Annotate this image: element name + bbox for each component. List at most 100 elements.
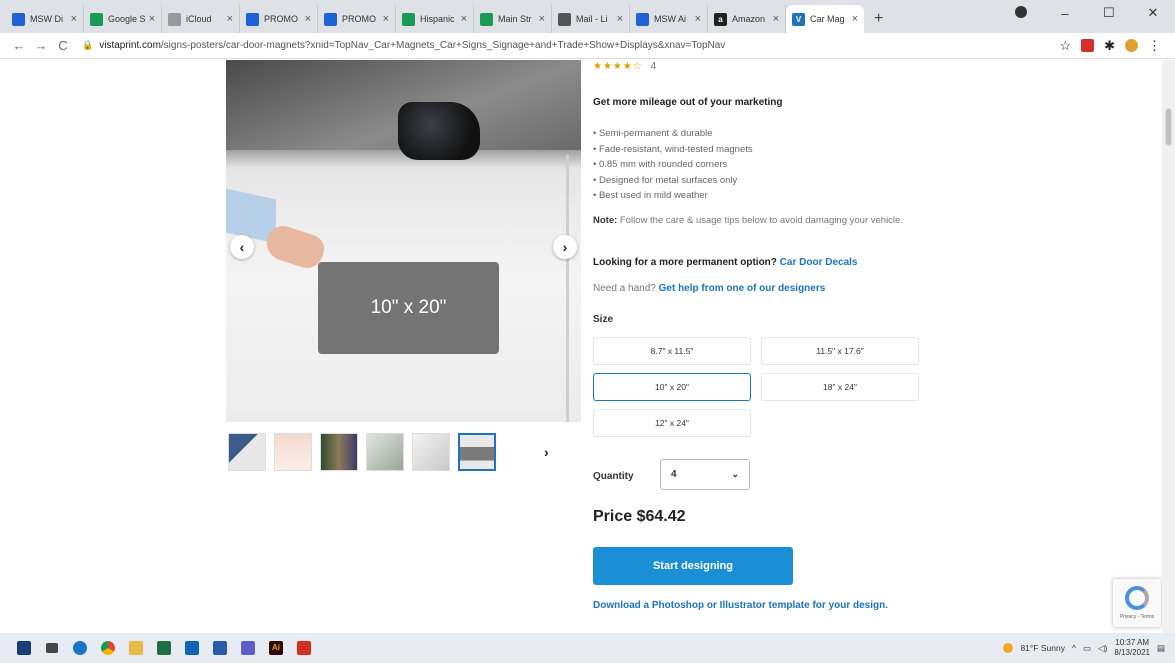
download-template-link[interactable]: Download a Photoshop or Illustrator temp… xyxy=(593,600,888,611)
close-tab-icon[interactable]: × xyxy=(305,13,311,25)
browser-tab[interactable]: a Amazon × xyxy=(708,5,786,33)
reload-button[interactable]: C xyxy=(52,38,74,53)
close-tab-icon[interactable]: × xyxy=(539,13,545,25)
feature-item: • Fade-resistant, wind-tested magnets xyxy=(593,143,753,155)
close-tab-icon[interactable]: × xyxy=(71,13,77,25)
browser-tab[interactable]: V Car Mag × xyxy=(786,5,864,33)
weather-text[interactable]: 81°F Sunny xyxy=(1020,643,1065,653)
illustrator-icon[interactable]: Ai xyxy=(262,633,290,663)
feature-item: • Semi-permanent & durable xyxy=(593,128,713,139)
thumbnail-4[interactable] xyxy=(366,433,404,471)
extension-red-icon[interactable] xyxy=(1081,39,1095,52)
close-tab-icon[interactable]: × xyxy=(695,13,701,25)
chevron-right-icon: › xyxy=(562,239,568,255)
thumbnail-strip: › xyxy=(228,430,573,474)
network-icon[interactable]: ▭ xyxy=(1083,643,1091,654)
help-text: Need a hand? xyxy=(593,283,659,294)
acrobat-icon[interactable] xyxy=(290,633,318,663)
tab-title: PROMO xyxy=(342,14,377,24)
size-option-10x20-selected[interactable]: 10" x 20" xyxy=(593,373,751,401)
close-tab-icon[interactable]: × xyxy=(383,13,389,25)
page-content: 10" x 20" ‹ › › ★★★★☆ 4 Get more mileage… xyxy=(0,60,1175,633)
tab-favicon-icon xyxy=(402,12,415,26)
close-tab-icon[interactable]: × xyxy=(227,13,233,25)
excel-icon[interactable] xyxy=(150,633,178,663)
feature-list: • Semi-permanent & durable • Fade-resist… xyxy=(593,126,753,204)
tab-favicon-icon xyxy=(636,12,649,26)
feature-item: • 0.85 mm with rounded corners xyxy=(593,159,728,170)
browser-tab[interactable]: MSW Ai × xyxy=(630,5,708,33)
forward-button[interactable]: → xyxy=(30,38,52,53)
permanent-text: Looking for a more permanent option? xyxy=(593,257,780,268)
browser-tab[interactable]: Mail - Li × xyxy=(552,5,630,33)
avatar[interactable] xyxy=(1125,39,1138,52)
quantity-select[interactable]: 4 ⌄ xyxy=(660,459,750,490)
thumbnail-1[interactable] xyxy=(228,433,266,471)
tray-chevron-icon[interactable]: ^ xyxy=(1072,643,1076,653)
size-option-11-5x17-6[interactable]: 11.5" x 17.6" xyxy=(761,337,919,365)
designer-help-link[interactable]: Get help from one of our designers xyxy=(659,283,826,294)
scrollbar-thumb[interactable] xyxy=(1165,108,1172,146)
browser-tab[interactable]: PROMO × xyxy=(318,5,396,33)
windows-start-icon[interactable] xyxy=(10,633,38,663)
address-bar: ← → C 🔒 vistaprint.com /signs-posters/ca… xyxy=(0,33,1175,59)
notifications-icon[interactable]: ▤ xyxy=(1157,643,1165,654)
teams-icon[interactable] xyxy=(234,633,262,663)
minimize-button[interactable]: – xyxy=(1043,6,1087,21)
close-tab-icon[interactable]: × xyxy=(461,13,467,25)
clock[interactable]: 10:37 AM 8/13/2021 xyxy=(1114,638,1150,658)
browser-tab[interactable]: Hispanic × xyxy=(396,5,474,33)
task-view-icon[interactable] xyxy=(38,633,66,663)
file-explorer-icon[interactable] xyxy=(122,633,150,663)
tab-title: iCloud xyxy=(186,14,212,24)
bookmark-star-icon[interactable]: ☆ xyxy=(1059,38,1071,54)
volume-icon[interactable]: ◁) xyxy=(1098,643,1107,654)
size-option-12x24[interactable]: 12" x 24" xyxy=(593,409,751,437)
close-tab-icon[interactable]: × xyxy=(773,13,779,25)
maximize-button[interactable]: ☐ xyxy=(1087,5,1131,21)
thumbnails-next-icon[interactable]: › xyxy=(544,444,549,460)
tab-title: MSW Di xyxy=(30,14,63,24)
back-button[interactable]: ← xyxy=(8,38,30,53)
edge-icon[interactable] xyxy=(66,633,94,663)
browser-tab[interactable]: MSW Di × xyxy=(6,5,84,33)
browser-tab[interactable]: iCloud × xyxy=(162,5,240,33)
gallery-prev-button[interactable]: ‹ xyxy=(230,235,254,259)
recaptcha-badge[interactable]: Privacy - Terms xyxy=(1113,579,1161,627)
close-tab-icon[interactable]: × xyxy=(852,13,858,25)
chrome-icon[interactable] xyxy=(94,633,122,663)
outlook-icon[interactable] xyxy=(178,633,206,663)
size-option-18x24[interactable]: 18" x 24" xyxy=(761,373,919,401)
tab-favicon-icon xyxy=(90,12,103,26)
rating-count: 4 xyxy=(650,61,657,72)
car-door-decals-link[interactable]: Car Door Decals xyxy=(780,257,858,268)
extensions-puzzle-icon[interactable]: ✱ xyxy=(1104,38,1115,54)
rating[interactable]: ★★★★☆ 4 xyxy=(593,61,656,72)
thumbnail-5[interactable] xyxy=(412,433,450,471)
page-scrollbar[interactable] xyxy=(1162,60,1175,633)
size-option-8-7x11-5[interactable]: 8.7" x 11.5" xyxy=(593,337,751,365)
product-tagline: Get more mileage out of your marketing xyxy=(593,97,783,108)
recaptcha-text: Privacy - Terms xyxy=(1119,614,1155,620)
menu-kebab-icon[interactable]: ⋮ xyxy=(1148,38,1161,54)
url-field[interactable]: 🔒 vistaprint.com /signs-posters/car-door… xyxy=(82,40,1059,51)
close-tab-icon[interactable]: × xyxy=(617,13,623,25)
browser-tab[interactable]: PROMO × xyxy=(240,5,318,33)
word-icon[interactable] xyxy=(206,633,234,663)
browser-tab[interactable]: Google S × xyxy=(84,5,162,33)
close-window-button[interactable]: ✕ xyxy=(1131,5,1175,21)
size-label: Size xyxy=(593,314,614,325)
new-tab-button[interactable]: + xyxy=(874,10,883,28)
start-designing-button[interactable]: Start designing xyxy=(593,547,793,585)
thumbnail-3[interactable] xyxy=(320,433,358,471)
thumbnail-6-selected[interactable] xyxy=(458,433,496,471)
extensions-area: ☆ ✱ ⋮ xyxy=(1059,38,1175,54)
permanent-option: Looking for a more permanent option? Car… xyxy=(593,257,857,268)
profile-icon[interactable] xyxy=(999,5,1043,21)
tab-favicon-icon xyxy=(168,12,181,26)
thumbnail-2[interactable] xyxy=(274,433,312,471)
quantity-label: Quantity xyxy=(593,471,634,482)
browser-tab[interactable]: Main Str × xyxy=(474,5,552,33)
gallery-next-button[interactable]: › xyxy=(553,235,577,259)
close-tab-icon[interactable]: × xyxy=(149,13,155,25)
